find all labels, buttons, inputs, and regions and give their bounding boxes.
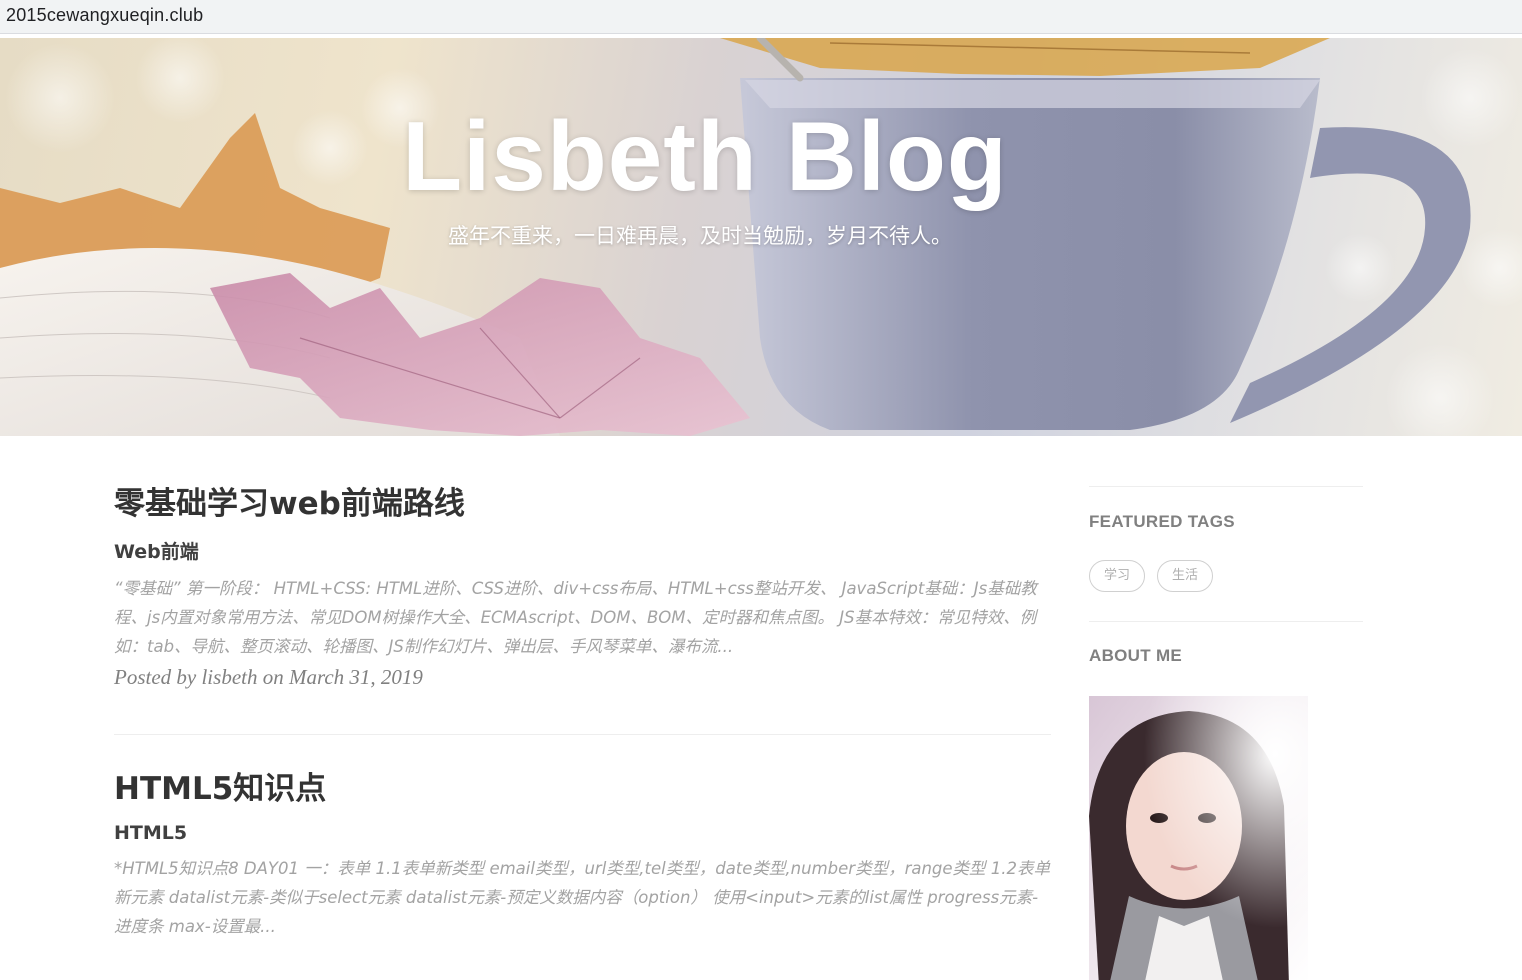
avatar-photo xyxy=(1089,696,1308,980)
post-meta: Posted by lisbeth on March 31, 2019 xyxy=(114,665,423,690)
featured-tags-heading: FEATURED TAGS xyxy=(1089,512,1235,531)
tag-life[interactable]: 生活 xyxy=(1157,560,1214,592)
post-title-link[interactable]: HTML5知识点 xyxy=(114,771,1051,808)
site-subtitle: 盛年不重来，一日难再晨，及时当勉励，岁月不待人。 xyxy=(448,224,952,248)
browser-address-bar[interactable]: 2015cewangxueqin.club xyxy=(0,0,1522,34)
post-preview: 零基础学习web前端路线 Web前端 “零基础” 第一阶段： HTML+CSS:… xyxy=(114,486,1051,690)
tag-list: 学习 生活 xyxy=(1089,560,1363,594)
about-me-avatar xyxy=(1089,696,1308,980)
post-list: 零基础学习web前端路线 Web前端 “零基础” 第一阶段： HTML+CSS:… xyxy=(114,486,1051,941)
sidebar-divider xyxy=(1089,486,1363,487)
site-header-banner: Lisbeth Blog 盛年不重来，一日难再晨，及时当勉励，岁月不待人。 xyxy=(0,38,1522,436)
sidebar-divider xyxy=(1089,621,1363,622)
post-preview: HTML5知识点 HTML5 *HTML5知识点8 DAY01 一：表单 1.1… xyxy=(114,771,1051,941)
post-divider xyxy=(114,734,1051,736)
post-excerpt[interactable]: *HTML5知识点8 DAY01 一：表单 1.1表单新类型 email类型，u… xyxy=(114,854,1051,941)
post-subtitle[interactable]: HTML5 xyxy=(114,822,1051,844)
about-me-heading: ABOUT ME xyxy=(1089,646,1183,665)
url-text[interactable]: 2015cewangxueqin.club xyxy=(6,5,203,26)
tag-study[interactable]: 学习 xyxy=(1089,560,1146,592)
post-title-link[interactable]: 零基础学习web前端路线 xyxy=(114,486,1051,523)
sidebar: FEATURED TAGS 学习 生活 ABOUT ME xyxy=(1089,486,1363,980)
site-title[interactable]: Lisbeth Blog xyxy=(0,100,1410,213)
post-excerpt[interactable]: “零基础” 第一阶段： HTML+CSS: HTML进阶、CSS进阶、div+c… xyxy=(114,574,1051,661)
post-subtitle[interactable]: Web前端 xyxy=(114,537,1051,564)
